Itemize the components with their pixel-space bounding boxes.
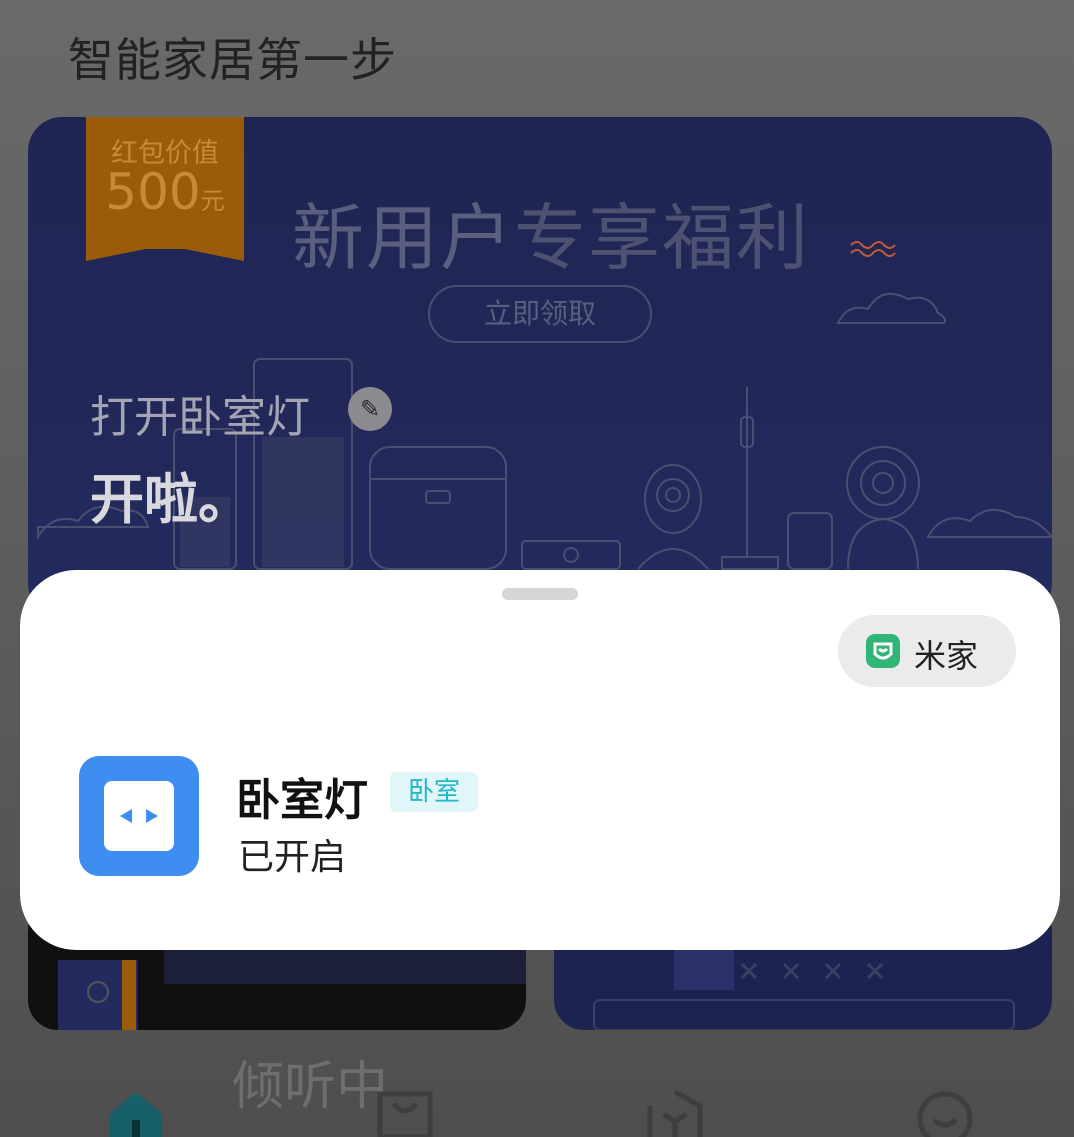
ribbon-tail (86, 245, 244, 261)
promo-title: 新用户专享福利 (292, 179, 897, 284)
device-control-sheet[interactable]: 米家 卧室灯 卧室 已开启 (20, 570, 1060, 950)
edit-icon[interactable]: ✎ (348, 387, 392, 431)
voice-reply-text: 开啦。 (90, 468, 252, 531)
room-tag: 卧室 (390, 772, 478, 812)
mijia-logo-icon (866, 634, 900, 668)
ribbon-amount: 500元 (86, 163, 244, 221)
page-title: 智能家居第一步 (68, 33, 397, 87)
store-icon[interactable] (376, 1090, 434, 1137)
profile-icon[interactable] (916, 1090, 974, 1137)
socket-device-icon[interactable] (79, 756, 199, 876)
ribbon-amount-unit: 元 (200, 187, 225, 215)
ribbon-amount-number: 500 (105, 163, 201, 221)
claim-now-button[interactable]: 立即领取 (428, 285, 652, 343)
home-icon[interactable] (108, 1090, 164, 1137)
sheet-drag-handle[interactable] (502, 588, 578, 600)
device-name: 卧室灯 (236, 775, 368, 826)
mijia-app-name: 米家 (914, 637, 979, 675)
socket-face (104, 781, 174, 851)
promo-title-rest: 专享福利 (514, 196, 811, 280)
wave-decoration-icon (850, 241, 896, 257)
mijia-app-badge[interactable]: 米家 (838, 615, 1016, 687)
voice-command-text: 打开卧室灯 (90, 392, 310, 443)
promo-title-main: 新用户 (292, 196, 515, 280)
device-status: 已开启 (238, 837, 347, 878)
listening-status: 倾听中 (232, 1057, 389, 1117)
new-user-promo-banner[interactable]: 红包价值 500元 新用户专享福利 立即领取 打开卧室灯 ✎ 开啦。 (28, 117, 1052, 617)
scene-icon[interactable] (646, 1090, 704, 1137)
